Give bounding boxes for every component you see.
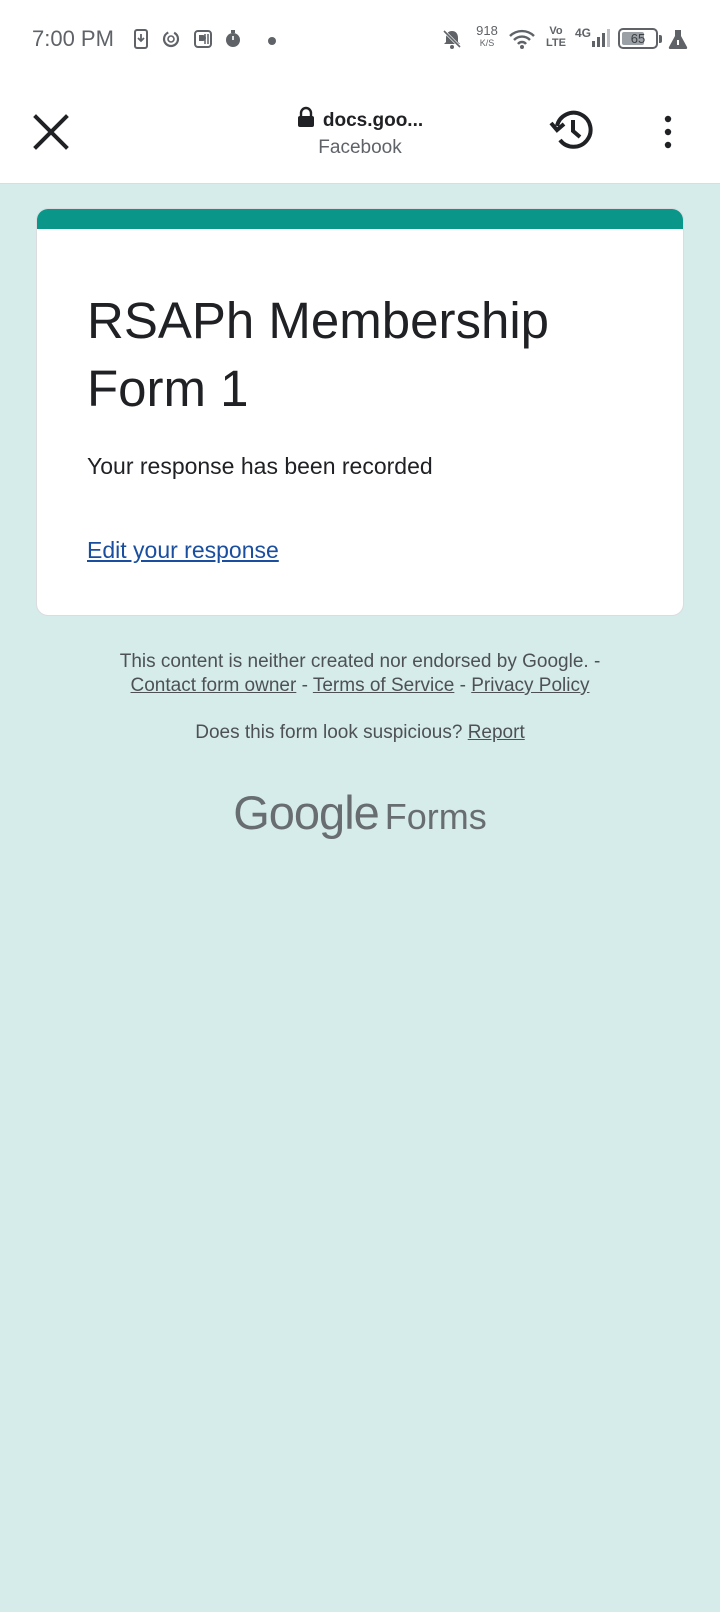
brand-google: Google	[233, 786, 380, 839]
status-bar: 7:00 PM 918 K/S Vo LTE 4G 65	[0, 0, 720, 80]
form-footer: This content is neither created nor endo…	[60, 650, 660, 698]
brand-forms: Forms	[384, 796, 487, 837]
privacy-link[interactable]: Privacy Policy	[471, 675, 589, 696]
close-icon[interactable]	[30, 111, 72, 153]
google-forms-logo[interactable]: Google Forms	[0, 785, 720, 840]
contact-owner-link[interactable]: Contact form owner	[131, 675, 297, 696]
form-card: RSAPh Membership Form 1 Your response ha…	[36, 208, 684, 616]
suspicious-report-line: Does this form look suspicious? Report	[60, 722, 660, 744]
edit-response-link[interactable]: Edit your response	[87, 537, 279, 564]
response-recorded-message: Your response has been recorded	[87, 453, 433, 479]
suspicious-text: Does this form look suspicious?	[195, 722, 468, 743]
form-title: RSAPh Membership Form 1	[87, 292, 550, 417]
browser-toolbar: docs.goo... Facebook	[0, 80, 720, 184]
net-speed-unit: K/S	[479, 38, 495, 48]
footer-separator: -	[296, 675, 313, 696]
lock-icon	[297, 106, 314, 127]
terms-link[interactable]: Terms of Service	[313, 675, 454, 696]
url-area[interactable]: docs.goo... Facebook	[290, 106, 430, 159]
history-icon[interactable]	[548, 106, 596, 154]
form-accent-bar	[37, 209, 683, 229]
net-speed: 918 K/S	[473, 24, 501, 48]
report-link[interactable]: Report	[468, 722, 525, 743]
more-vert-icon[interactable]	[658, 110, 678, 154]
disclaimer-text: This content is neither created nor endo…	[119, 651, 601, 672]
dot-icon	[268, 37, 276, 45]
flask-icon	[668, 30, 688, 49]
volte-top: Vo	[549, 25, 563, 37]
signal-icon	[592, 29, 610, 47]
volte-indicator: Vo LTE	[546, 25, 566, 49]
download-icon	[134, 29, 148, 49]
sync-icon	[162, 30, 180, 48]
mute-bell-icon	[442, 29, 462, 49]
battery-icon: 65	[618, 28, 662, 49]
url-text: docs.goo...	[322, 110, 424, 131]
wifi-icon	[509, 29, 535, 49]
net-speed-value: 918	[476, 23, 498, 38]
screen-record-icon	[194, 30, 212, 48]
timer-icon	[226, 30, 240, 47]
status-time: 7:00 PM	[32, 26, 114, 51]
network-type: 4G	[575, 26, 592, 40]
battery-level: 65	[630, 31, 646, 46]
footer-separator: -	[454, 675, 472, 696]
url-line: docs.goo...	[297, 106, 423, 132]
volte-bottom: LTE	[546, 36, 566, 49]
page-subtitle: Facebook	[318, 137, 402, 158]
